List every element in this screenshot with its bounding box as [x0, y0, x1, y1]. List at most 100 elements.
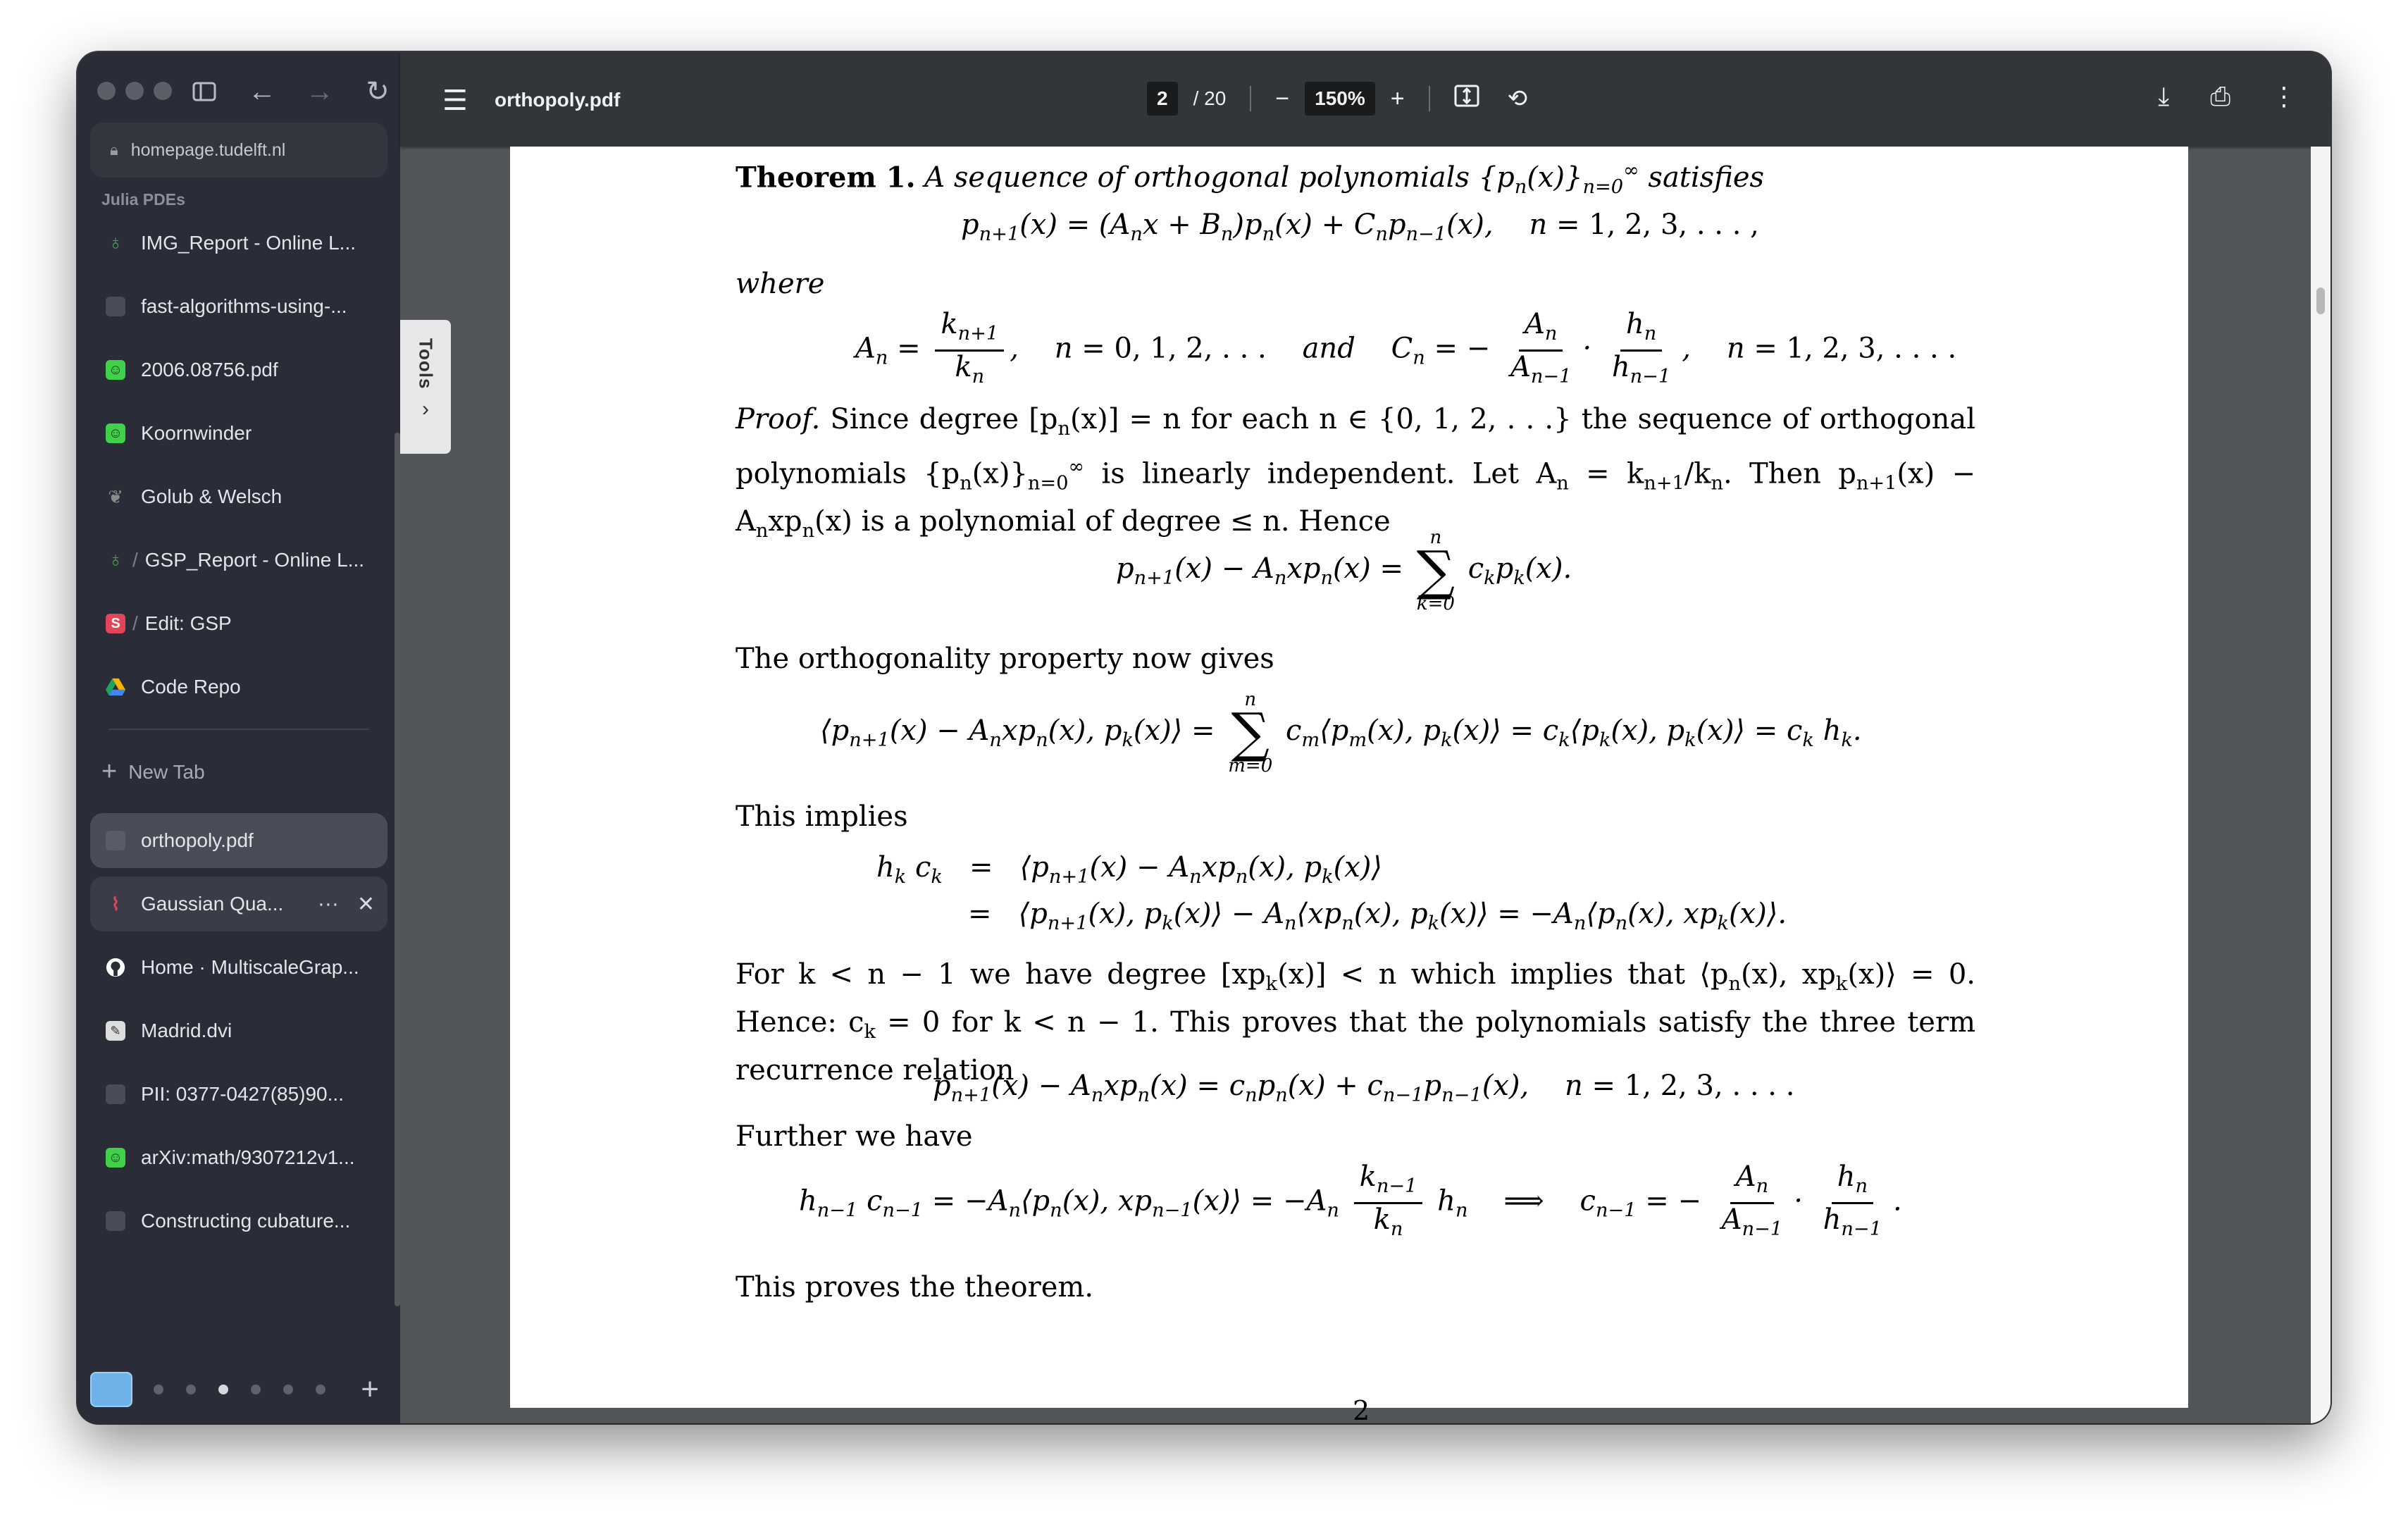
tab-label: Home · MultiscaleGrap...	[141, 956, 359, 978]
sidebar-tab-active[interactable]: orthopoly.pdf	[90, 813, 387, 868]
google-drive-icon	[106, 677, 125, 697]
tab-label: Madrid.dvi	[141, 1020, 232, 1041]
space-dot[interactable]	[251, 1385, 261, 1394]
feather-icon: ❦	[108, 485, 123, 507]
sidebar-tab[interactable]: Code Repo	[90, 660, 387, 714]
tab-list: orthopoly.pdf ⌇ Gaussian Qua... ··· ✕ Ho…	[90, 813, 387, 1257]
pdf-page: Theorem 1. A sequence of orthogonal poly…	[510, 147, 2188, 1423]
more-menu-icon[interactable]: ⋮	[2271, 82, 2297, 112]
reload-icon[interactable]: ↻	[362, 76, 393, 107]
zoom-input[interactable]: 150%	[1305, 82, 1375, 116]
tools-panel-tab[interactable]: Tools ›	[400, 320, 451, 454]
sidebar-tab[interactable]: Home · MultiscaleGrap...	[90, 940, 387, 995]
zoom-out-icon[interactable]: −	[1275, 85, 1289, 113]
tools-label: Tools	[415, 338, 437, 390]
folder-icon[interactable]	[90, 1372, 132, 1407]
s-logo-icon: S	[106, 614, 125, 633]
sidebar-tab[interactable]: ☺ Koornwinder	[90, 406, 387, 461]
tab-label: fast-algorithms-using-...	[141, 295, 347, 317]
final-equation: hn−1 cn−1 = −An⟨pn(x), xpn−1(x)⟩ = −An k…	[799, 1160, 1902, 1240]
address-bar[interactable]: 🔒︎ homepage.tudelft.nl	[90, 123, 387, 178]
sidebar-tab[interactable]: Constructing cubature...	[90, 1194, 387, 1249]
overleaf-icon: ♁	[107, 231, 124, 254]
space-dot[interactable]	[154, 1385, 163, 1394]
sidebar-divider	[108, 729, 369, 730]
download-icon[interactable]: ⤓	[2158, 82, 2169, 112]
space-label: Julia PDEs	[101, 190, 185, 209]
sidebar-tab[interactable]: ☺ arXiv:math/9307212v1...	[90, 1130, 387, 1185]
plus-icon: +	[101, 757, 118, 786]
sidebar-toolbar: ← → ↻	[189, 76, 393, 107]
sidebar-tab[interactable]: S / Edit: GSP	[90, 596, 387, 651]
tab-label: arXiv:math/9307212v1...	[141, 1146, 355, 1168]
sum-equation: pn+1(x) − Anxpn(x) = n ∑ k=0 ckpk(x).	[1116, 527, 1572, 614]
sidebar-tab[interactable]: ☺ 2006.08756.pdf	[90, 342, 387, 397]
toolbar-separator	[1250, 86, 1252, 111]
theorem-heading: Theorem 1.	[736, 161, 916, 194]
sidebar-toggle-icon[interactable]	[189, 76, 220, 107]
space-dot-active[interactable]	[218, 1385, 228, 1394]
menu-icon[interactable]: ☰	[442, 85, 468, 117]
separator-slash: /	[132, 612, 138, 634]
sidebar-tab[interactable]: ♁ / GSP_Report - Online L...	[90, 533, 387, 588]
further-text: Further we have	[736, 1120, 973, 1153]
zoom-in-icon[interactable]: +	[1391, 85, 1405, 113]
sidebar-tab[interactable]: ⌇ Gaussian Qua... ··· ✕	[90, 877, 387, 931]
sidebar-tab[interactable]: PII: 0377-0427(85)90...	[90, 1067, 387, 1122]
sidebar-tab[interactable]: ❦ Golub & Welsch	[90, 469, 387, 524]
back-arrow-icon[interactable]: ←	[247, 76, 278, 107]
coefficient-equation: An = kn+1 kn, n = 0, 1, 2, . . . and Cn =…	[855, 308, 1957, 388]
pdf-actions: ⤓ ⎙ ⋮	[2158, 82, 2297, 112]
pdf-toolbar: ☰ orthopoly.pdf 2 / 20 − 150% + ⟲ ⤓ ⎙ ⋮	[400, 52, 2331, 147]
tab-label: Code Repo	[141, 676, 241, 698]
tab-label: Gaussian Qua...	[141, 893, 284, 915]
quadrature-icon: ⌇	[111, 893, 120, 915]
blank-page-icon	[106, 297, 125, 316]
address-url: homepage.tudelft.nl	[130, 140, 286, 160]
blank-page-icon	[106, 1211, 125, 1231]
tab-label: GSP_Report - Online L...	[144, 549, 365, 571]
browser-window: ← → ↻ 🔒︎ homepage.tudelft.nl Julia PDEs …	[77, 52, 2331, 1423]
pdf-viewer: ☰ orthopoly.pdf 2 / 20 − 150% + ⟲ ⤓ ⎙ ⋮	[400, 52, 2331, 1423]
space-dot[interactable]	[283, 1385, 293, 1394]
pdf-scrollbar[interactable]	[2311, 147, 2331, 1423]
tab-label: Constructing cubature...	[141, 1210, 351, 1232]
more-options-icon[interactable]: ···	[318, 892, 339, 917]
close-window-button[interactable]	[97, 82, 116, 100]
minimize-window-button[interactable]	[125, 82, 144, 100]
tab-label: Edit: GSP	[144, 612, 232, 634]
window-controls	[97, 82, 172, 100]
space-switcher	[154, 1385, 325, 1394]
scrollbar-thumb[interactable]	[2316, 287, 2325, 314]
implies-text: This implies	[736, 800, 908, 833]
smiley-icon: ☺	[106, 1148, 125, 1168]
space-dot[interactable]	[186, 1385, 196, 1394]
pdf-title: orthopoly.pdf	[495, 89, 621, 111]
print-icon[interactable]: ⎙	[2210, 82, 2230, 112]
sidebar-tab[interactable]: fast-algorithms-using-...	[90, 279, 387, 334]
new-tab-button[interactable]: + New Tab	[101, 757, 205, 787]
sidebar-tab[interactable]: ♁ IMG_Report - Online L...	[90, 216, 387, 271]
sidebar-tab[interactable]: ✎ Madrid.dvi	[90, 1003, 387, 1058]
tab-label: Golub & Welsch	[141, 485, 283, 507]
add-space-icon[interactable]: +	[361, 1372, 379, 1407]
pinned-tab-list: ♁ IMG_Report - Online L... fast-algorith…	[90, 216, 387, 723]
page-total: / 20	[1193, 87, 1227, 109]
sidebar-footer: +	[90, 1368, 387, 1411]
page-number-input[interactable]: 2	[1147, 82, 1178, 116]
smiley-icon: ☺	[106, 423, 125, 443]
fit-page-icon[interactable]	[1454, 85, 1479, 113]
document-icon: ✎	[106, 1021, 125, 1041]
space-dot[interactable]	[316, 1385, 325, 1394]
maximize-window-button[interactable]	[154, 82, 172, 100]
separator-slash: /	[132, 549, 138, 571]
tab-label: 2006.08756.pdf	[141, 359, 278, 380]
tab-label: PII: 0377-0427(85)90...	[141, 1083, 344, 1105]
forward-arrow-icon[interactable]: →	[304, 76, 335, 107]
close-tab-icon[interactable]: ✕	[357, 892, 375, 917]
where-text: where	[736, 268, 825, 300]
rotate-icon[interactable]: ⟲	[1508, 85, 1528, 113]
sidebar-scrollbar[interactable]	[395, 433, 400, 1306]
smiley-icon: ☺	[106, 360, 125, 380]
new-tab-label: New Tab	[128, 760, 205, 783]
